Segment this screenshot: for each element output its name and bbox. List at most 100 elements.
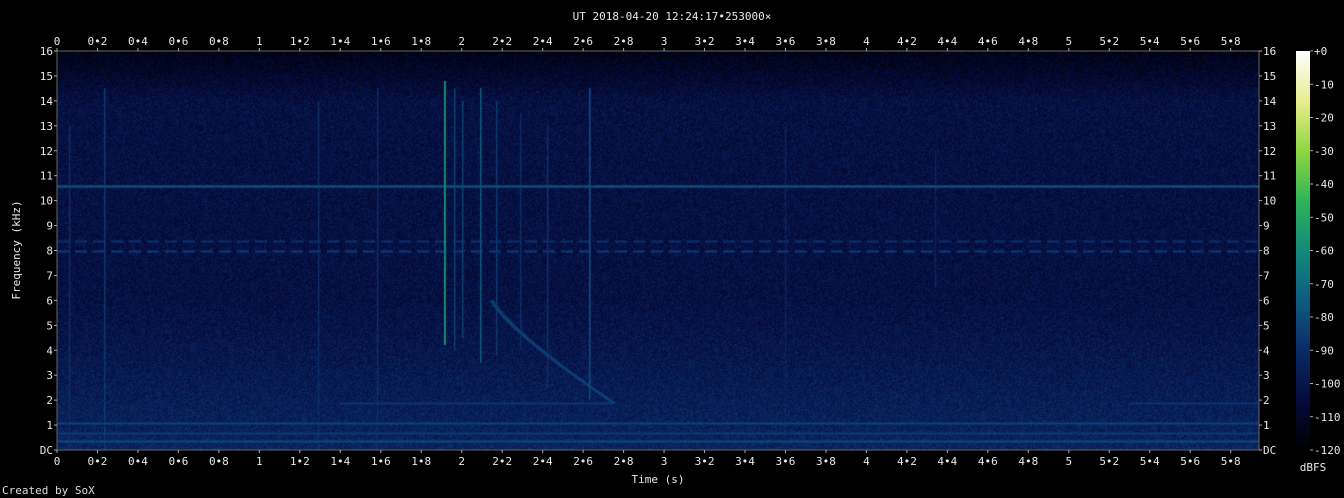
x-tick-label-top: 3•8 (816, 35, 836, 48)
x-tick-label-top: 1•2 (290, 35, 310, 48)
x-tick-label-bottom: 0 (54, 455, 61, 468)
colorbar-tick-label: -30 (1314, 145, 1334, 158)
y-tick-label-right: 4 (1263, 344, 1270, 357)
credit-text: Created by SoX (2, 484, 95, 497)
y-tick-label-left: 5 (46, 319, 53, 332)
x-tick-label-top: 3•4 (735, 35, 755, 48)
x-tick-label-bottom: 5 (1065, 455, 1072, 468)
y-axis-label: Frequency (kHz) (10, 200, 23, 299)
x-tick-label-bottom: 5•2 (1099, 455, 1119, 468)
colorbar-label: dBFS (1300, 461, 1327, 474)
y-tick-label-right: 8 (1263, 245, 1270, 258)
x-tick-label-top: 2•2 (492, 35, 512, 48)
colorbar-tick-label: -60 (1314, 245, 1334, 258)
y-tick-label-right: 1 (1263, 419, 1270, 432)
x-tick-label-bottom: 1•6 (371, 455, 391, 468)
y-tick-label-right: 7 (1263, 269, 1270, 282)
x-tick-label-top: 1•8 (411, 35, 431, 48)
y-tick-label-left: 11 (40, 170, 53, 183)
x-tick-label-bottom: 5•6 (1180, 455, 1200, 468)
y-tick-label-left: 16 (40, 45, 53, 58)
x-tick-label-bottom: 5•4 (1140, 455, 1160, 468)
colorbar-tick-label: -90 (1314, 344, 1334, 357)
x-tick-label-bottom: 3 (661, 455, 668, 468)
y-tick-label-left: 13 (40, 120, 53, 133)
x-tick-label-bottom: 2•2 (492, 455, 512, 468)
x-tick-label-bottom: 0•4 (128, 455, 148, 468)
y-tick-label-left: 8 (46, 245, 53, 258)
x-tick-label-top: 3 (661, 35, 668, 48)
y-tick-label-right: 16 (1263, 45, 1276, 58)
x-tick-label-top: 0•6 (168, 35, 188, 48)
y-tick-label-right: 13 (1263, 120, 1276, 133)
x-tick-label-bottom: 2•4 (533, 455, 553, 468)
x-tick-label-bottom: 4•2 (897, 455, 917, 468)
y-tick-label-right: 10 (1263, 195, 1276, 208)
x-tick-label-bottom: 4•8 (1018, 455, 1038, 468)
x-tick-label-top: 0•2 (88, 35, 108, 48)
x-tick-label-top: 1 (256, 35, 263, 48)
colorbar-tick-label: -40 (1314, 178, 1334, 191)
x-tick-label-bottom: 5•8 (1221, 455, 1241, 468)
spectrogram-image (57, 51, 1259, 450)
y-tick-label-right: 2 (1263, 394, 1270, 407)
colorbar-tick-label: -120 (1314, 444, 1341, 457)
colorbar-tick-label: -70 (1314, 278, 1334, 291)
x-tick-label-top: 4 (863, 35, 870, 48)
x-tick-label-bottom: 1•4 (330, 455, 350, 468)
colorbar-tick-label: -80 (1314, 311, 1334, 324)
chart-title: UT 2018-04-20 12:24:17•253000× (573, 10, 772, 23)
y-tick-label-right: 14 (1263, 95, 1277, 108)
x-tick-label-bottom: 3•6 (776, 455, 796, 468)
colorbar-tick-label: -10 (1314, 78, 1334, 91)
colorbar-tick-label: -50 (1314, 211, 1334, 224)
colorbar-tick-label: -20 (1314, 112, 1334, 125)
x-tick-label-top: 1•4 (330, 35, 350, 48)
x-tick-label-bottom: 3•2 (695, 455, 715, 468)
y-tick-label-right: 3 (1263, 369, 1270, 382)
x-tick-label-bottom: 1•2 (290, 455, 310, 468)
y-tick-label-right: 12 (1263, 145, 1276, 158)
x-tick-label-bottom: 1•8 (411, 455, 431, 468)
x-tick-label-bottom: 0•6 (168, 455, 188, 468)
x-tick-label-top: 3•6 (776, 35, 796, 48)
y-tick-label-left: 14 (40, 95, 54, 108)
x-tick-label-top: 0•4 (128, 35, 148, 48)
y-tick-label-left: 4 (46, 344, 53, 357)
x-tick-label-top: 0•8 (209, 35, 229, 48)
x-tick-label-top: 5•2 (1099, 35, 1119, 48)
x-tick-label-top: 4•2 (897, 35, 917, 48)
x-tick-label-bottom: 0•2 (88, 455, 108, 468)
x-tick-label-top: 2 (458, 35, 465, 48)
colorbar-tick-label: -110 (1314, 411, 1341, 424)
y-tick-label-left: 9 (46, 220, 53, 233)
y-tick-label-left: 7 (46, 269, 53, 282)
x-tick-label-top: 2•8 (614, 35, 634, 48)
x-tick-label-bottom: 3•8 (816, 455, 836, 468)
x-tick-label-bottom: 3•4 (735, 455, 755, 468)
y-tick-label-right: 11 (1263, 170, 1276, 183)
y-tick-label-right: 15 (1263, 70, 1276, 83)
y-tick-label-right: DC (1263, 444, 1276, 457)
x-axis-label: Time (s) (632, 473, 685, 486)
y-tick-label-left: 15 (40, 70, 53, 83)
y-tick-label-right: 9 (1263, 220, 1270, 233)
x-tick-label-top: 5•8 (1221, 35, 1241, 48)
colorbar-tick-label: +0 (1314, 45, 1327, 58)
y-tick-label-left: 3 (46, 369, 53, 382)
x-tick-label-bottom: 2•6 (573, 455, 593, 468)
x-tick-label-top: 4•8 (1018, 35, 1038, 48)
x-tick-label-top: 4•4 (937, 35, 957, 48)
y-tick-label-left: 12 (40, 145, 53, 158)
x-tick-label-top: 3•2 (695, 35, 715, 48)
x-tick-label-bottom: 2•8 (614, 455, 634, 468)
y-tick-label-left: 2 (46, 394, 53, 407)
y-tick-label-left: 1 (46, 419, 53, 432)
x-tick-label-top: 5•4 (1140, 35, 1160, 48)
x-tick-label-bottom: 4 (863, 455, 870, 468)
y-tick-label-right: 5 (1263, 319, 1270, 332)
spectrogram-chart: UT 2018-04-20 12:24:17•253000× 0 0•2 0•4 0•… (10, 10, 1341, 486)
y-tick-label-left: 6 (46, 294, 53, 307)
y-tick-label-left: DC (40, 444, 53, 457)
x-tick-label-top: 2•6 (573, 35, 593, 48)
